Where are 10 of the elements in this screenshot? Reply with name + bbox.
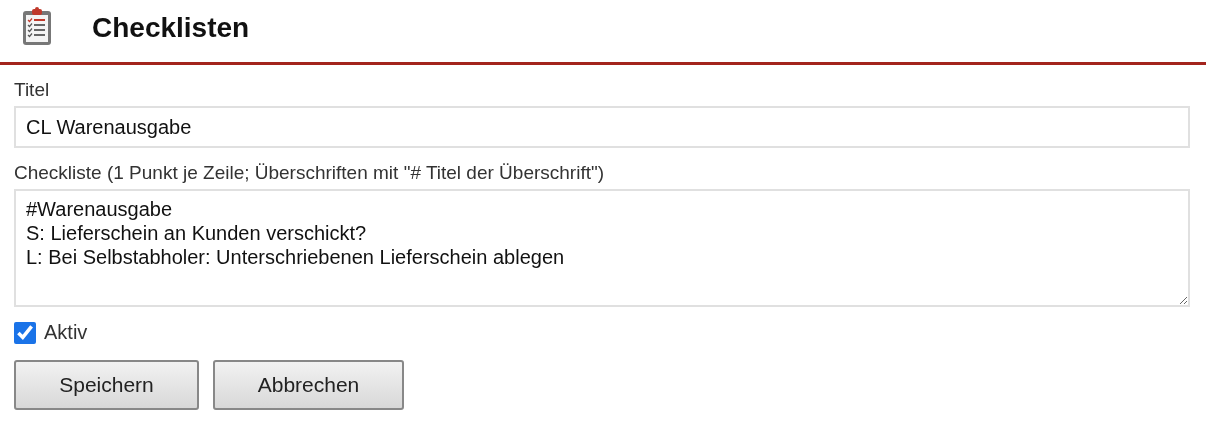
form-button[interactable]: Abbrechen [213, 360, 404, 410]
active-checkbox[interactable] [14, 321, 36, 344]
form-button[interactable]: Speichern [14, 360, 199, 410]
checklist-textarea[interactable]: #Warenausgabe S: Lieferschein an Kunden verschickt? L: Bei Selbstabholer: Unterschriebenen Lieferschein ablegen [14, 189, 1190, 307]
clipboard-checklist-icon [22, 6, 52, 46]
field-label: Checkliste (1 Punkt je Zeile; Überschriften mit "# Titel der Überschrift") [14, 162, 606, 184]
page-title: Checklisten [92, 12, 250, 44]
field-label: Titel [14, 79, 51, 101]
checkbox-label: Aktiv [44, 321, 88, 344]
title-field[interactable]: CL Warenausgabe [14, 106, 1190, 148]
